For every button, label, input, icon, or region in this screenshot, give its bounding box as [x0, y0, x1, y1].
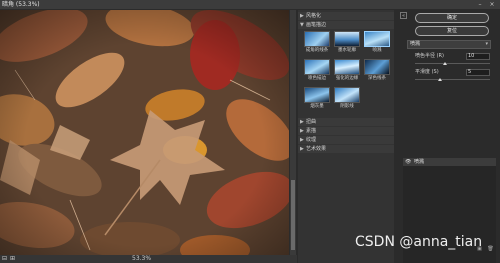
filter-thumbnail-image	[334, 87, 360, 103]
filter-thumb-label: 喷溅	[372, 48, 382, 53]
filter-thumb-label: 喷色描边	[308, 76, 326, 81]
window-title: 暗角 (53.3%)	[2, 1, 40, 8]
category-row-brush-strokes[interactable]: ▼ 画笔描边	[298, 21, 394, 29]
category-brush-strokes[interactable]: ▼ 画笔描边	[300, 21, 326, 29]
filter-thumbnail-image	[364, 31, 390, 47]
watermark-text: CSDN @anna_tian	[355, 234, 483, 250]
filter-thumb-label: 强化的边缘	[335, 76, 359, 81]
spray-radius-slider-handle[interactable]	[443, 62, 447, 65]
smoothness-label: 平滑度 (S)	[415, 69, 439, 75]
zoom-in-button[interactable]: ⊞	[10, 255, 15, 263]
category-row-stylize[interactable]: ▶ 风格化	[298, 12, 394, 20]
filter-thumb-label: 烟灰墨	[310, 104, 324, 109]
filter-thumb-label: 阴影线	[340, 104, 354, 109]
filter-thumb-label: 深色线条	[368, 76, 386, 81]
filter-thumb-dark-strokes[interactable]: 深色线条	[364, 59, 390, 82]
category-distort[interactable]: ▶ 扭曲	[300, 118, 316, 126]
image-preview[interactable]	[0, 10, 289, 255]
filter-gallery: ▶ 风格化 ▼ 画笔描边 成角的线条 墨水轮廓 喷溅 喷色描边 强化的边缘 深色线条…	[298, 10, 394, 263]
leaves-image	[0, 10, 289, 255]
category-row-texture[interactable]: ▶ 纹理	[298, 136, 394, 144]
chevron-down-icon: ▾	[485, 41, 488, 47]
spray-radius-label: 喷色半径 (R)	[415, 53, 444, 59]
smoothness-slider-handle[interactable]	[437, 78, 442, 81]
spray-radius-input[interactable]: 10	[466, 53, 490, 60]
filter-thumb-accented-edges[interactable]: 强化的边缘	[334, 59, 360, 82]
spray-radius-slider[interactable]	[415, 63, 490, 64]
filter-thumbnail-image	[304, 31, 330, 47]
eye-icon[interactable]: 👁	[405, 158, 411, 166]
zoom-out-button[interactable]: ⊟	[2, 255, 7, 263]
filter-select[interactable]: 喷溅 ▾	[407, 40, 491, 49]
filter-thumb-sumi-e[interactable]: 烟灰墨	[304, 87, 330, 110]
filter-thumb-angled-strokes[interactable]: 成角的线条	[304, 31, 330, 54]
collapse-gallery-button[interactable]: «	[400, 12, 407, 19]
ok-button[interactable]: 确定	[415, 13, 489, 23]
category-row-distort[interactable]: ▶ 扭曲	[298, 118, 394, 126]
filter-thumb-label: 成角的线条	[305, 48, 329, 53]
effect-layer-name: 喷溅	[414, 159, 425, 165]
category-row-artistic[interactable]: ▶ 艺术效果	[298, 145, 394, 153]
zoom-bar: ⊟ ⊞ 53.3%	[0, 255, 297, 263]
reset-button[interactable]: 复位	[415, 26, 489, 36]
smoothness-slider[interactable]	[415, 79, 490, 80]
category-sketch[interactable]: ▶ 素描	[300, 127, 316, 135]
category-row-sketch[interactable]: ▶ 素描	[298, 127, 394, 135]
filter-thumb-label: 墨水轮廓	[338, 48, 356, 53]
filter-thumbnail-image	[364, 59, 390, 75]
filter-thumb-crosshatch[interactable]: 阴影线	[334, 87, 360, 110]
filter-thumbnail-image	[304, 59, 330, 75]
minimize-button[interactable]: –	[476, 1, 484, 8]
scrollbar-thumb[interactable]	[291, 180, 295, 250]
zoom-level[interactable]: 53.3%	[132, 255, 151, 263]
filter-thumbnail-image	[304, 87, 330, 103]
filter-thumbnail-image	[334, 31, 360, 47]
effect-layer-row[interactable]: 👁 喷溅	[403, 158, 496, 166]
filter-thumbnail-image	[334, 59, 360, 75]
filter-thumb-spatter[interactable]: 喷溅	[364, 31, 390, 54]
trash-icon[interactable]: 🗑	[487, 246, 494, 253]
filter-select-value: 喷溅	[410, 41, 421, 47]
smoothness-input[interactable]: 5	[466, 69, 490, 76]
category-texture[interactable]: ▶ 纹理	[300, 136, 316, 144]
category-stylize[interactable]: ▶ 风格化	[300, 12, 321, 20]
filter-settings-panel: 确定 复位 喷溅 ▾ 喷色半径 (R) 10 平滑度 (S) 5 👁 喷溅	[398, 10, 500, 263]
title-bar: 暗角 (53.3%) – ×	[0, 0, 500, 9]
filter-thumb-sprayed-strokes[interactable]: 喷色描边	[304, 59, 330, 82]
category-artistic[interactable]: ▶ 艺术效果	[300, 145, 326, 153]
filter-thumb-ink-outlines[interactable]: 墨水轮廓	[334, 31, 360, 54]
close-button[interactable]: ×	[488, 1, 496, 8]
preview-scrollbar[interactable]	[290, 10, 296, 255]
